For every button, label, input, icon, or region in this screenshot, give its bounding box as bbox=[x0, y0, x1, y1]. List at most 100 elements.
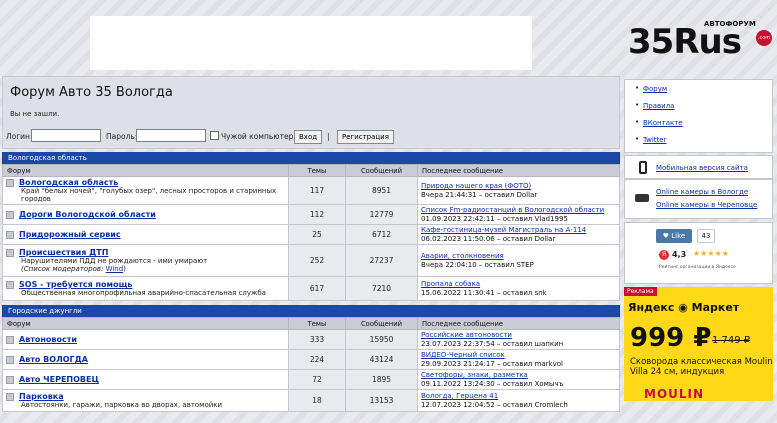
remember-checkbox[interactable] bbox=[210, 131, 219, 140]
login-input[interactable] bbox=[31, 129, 101, 142]
forum-icon bbox=[6, 336, 14, 345]
login-button[interactable]: Вход bbox=[294, 130, 323, 144]
category-header[interactable]: Вологодская область bbox=[2, 152, 620, 164]
rating-caption: Рейтинг организации в Яндексе bbox=[659, 265, 736, 270]
forum-icon bbox=[6, 231, 14, 240]
sidebar-link[interactable]: Twitter bbox=[643, 136, 666, 144]
ad-price: 999 ₽ bbox=[630, 323, 712, 353]
remember-label: Чужой компьютер bbox=[221, 132, 294, 141]
page-title: Форум Авто 35 Вологда bbox=[10, 85, 173, 100]
moderator-link[interactable]: Wind bbox=[106, 265, 124, 273]
mobile-version-link[interactable]: Мобильная версия сайта bbox=[656, 164, 748, 172]
table-row: Парковка Автостоянки, гаражи, парковка во… bbox=[2, 389, 620, 413]
forum-icon bbox=[6, 211, 14, 220]
table-row: Дороги Вологодской области 112 12779 Спи… bbox=[2, 204, 620, 226]
col-forum: Форум bbox=[2, 317, 289, 331]
topics-count: 112 bbox=[288, 204, 346, 226]
separator: | bbox=[327, 132, 330, 141]
forum-header: Форум Авто 35 Вологда Вы не зашли. Логин… bbox=[2, 76, 620, 149]
last-post-link[interactable]: Российские автоновости bbox=[421, 331, 616, 339]
forum-table: Форум Темы Сообщений Последнее сообщение… bbox=[2, 164, 620, 302]
cameras-box: Online камеры в Вологде Online камеры в … bbox=[624, 179, 773, 219]
forum-link[interactable]: Дороги Вологодской области bbox=[19, 210, 156, 219]
last-post-date: Вчера 22:04:10 – оставил STEP bbox=[421, 260, 534, 269]
sidebar-links: Форум Правила ВКонтакте Twitter bbox=[624, 79, 773, 153]
like-button[interactable]: ♥ Like bbox=[656, 229, 692, 243]
table-row: Авто ВОЛОГДА 224 43124 ВИДЕО-Черный спис… bbox=[2, 349, 620, 371]
ad-text: Сковорода классическая Moulin Villa 24 с… bbox=[630, 357, 773, 378]
sidebar-item-vk[interactable]: ВКонтакте bbox=[633, 118, 772, 136]
ad-brand: Яндекс ◉ Маркет bbox=[628, 301, 740, 314]
login-label: Логин: bbox=[6, 132, 33, 141]
posts-count: 13153 bbox=[345, 389, 418, 413]
last-post-link[interactable]: Вологда, Герцена 41 bbox=[421, 392, 616, 400]
table-row: Придорожный сервис 25 6712 Кафе-гостиниц… bbox=[2, 224, 620, 246]
password-input[interactable] bbox=[136, 129, 206, 142]
ad-label: Реклама bbox=[624, 287, 657, 296]
topics-count: 25 bbox=[288, 224, 346, 246]
sidebar-item-rules[interactable]: Правила bbox=[633, 101, 772, 119]
sidebar-link[interactable]: Форум bbox=[643, 85, 667, 93]
posts-count: 12779 bbox=[345, 204, 418, 226]
forum-main: Форум Авто 35 Вологда Вы не зашли. Логин… bbox=[2, 76, 620, 423]
forum-icon bbox=[6, 179, 14, 187]
sidebar-item-forum[interactable]: Форум bbox=[633, 84, 772, 102]
forum-link[interactable]: Авто ВОЛОГДА bbox=[19, 355, 88, 364]
posts-count: 8951 bbox=[345, 175, 418, 206]
posts-count: 43124 bbox=[345, 349, 418, 371]
posts-count: 1895 bbox=[345, 369, 418, 391]
forum-desc: Общественная многопрофильная аварийно-сп… bbox=[21, 289, 266, 298]
forum-desc: Автостоянки, гаражи, парковка во дворах,… bbox=[21, 401, 223, 410]
last-post-date: 23.07.2023 22:37:54 – оставил шапкин bbox=[421, 339, 564, 348]
forum-link[interactable]: Происшествия ДТП bbox=[19, 248, 108, 257]
top-banner[interactable] bbox=[90, 16, 532, 70]
col-topics: Темы bbox=[288, 164, 346, 177]
forum-link[interactable]: Авто ЧЕРЕПОВЕЦ bbox=[19, 375, 99, 384]
forum-desc: Нарушителями ПДД не рождаются - ими умир… bbox=[21, 257, 208, 266]
forum-icon bbox=[6, 376, 14, 385]
col-forum: Форум bbox=[2, 164, 289, 177]
camera-icon bbox=[635, 194, 649, 202]
ad-banner[interactable]: Реклама Яндекс ◉ Маркет 999 ₽ 1 749 ₽ Ск… bbox=[624, 287, 773, 401]
topics-count: 72 bbox=[288, 369, 346, 391]
register-button[interactable]: Регистрация bbox=[337, 130, 394, 144]
last-post-link[interactable]: Список Fm-радиостанций в Вологодской обл… bbox=[421, 206, 616, 214]
sidebar-item-twitter[interactable]: Twitter bbox=[633, 135, 772, 153]
forum-link[interactable]: Автоновости bbox=[19, 335, 77, 344]
forum-link[interactable]: Вологодская область bbox=[19, 178, 118, 187]
table-row: Авто ЧЕРЕПОВЕЦ 72 1895 Светофоры, знаки,… bbox=[2, 369, 620, 391]
table-row: Происшествия ДТП Нарушителями ПДД не рожд… bbox=[2, 244, 620, 278]
yandex-rating-badge[interactable]: Я 4,3 ★★★★★ Рейтинг организации в Яндекс… bbox=[659, 248, 747, 278]
forum-icon bbox=[6, 356, 14, 365]
forum-icon bbox=[6, 393, 14, 402]
last-post-date: 06.02.2023 11:50:06 – оставил Dollar bbox=[421, 234, 556, 243]
camera-link-vologda[interactable]: Online камеры в Вологде bbox=[656, 188, 748, 196]
category-header[interactable]: Городские джунгли bbox=[2, 305, 620, 318]
yandex-icon: Я bbox=[659, 250, 669, 260]
forum-link[interactable]: Придорожный сервис bbox=[19, 230, 121, 239]
rating-value: 4,3 bbox=[672, 250, 687, 259]
topics-count: 333 bbox=[288, 329, 346, 351]
last-post-link[interactable]: ВИДЕО-Черный список bbox=[421, 351, 616, 359]
sidebar-link[interactable]: Правила bbox=[643, 102, 674, 110]
site-logo[interactable]: АВТОФОРУМ 35Rus .com bbox=[628, 16, 774, 70]
forum-table: Форум Темы Сообщений Последнее сообщение… bbox=[2, 317, 620, 413]
last-post-link[interactable]: Пропала собака bbox=[421, 280, 616, 288]
col-last: Последнее сообщение bbox=[417, 164, 620, 177]
phone-icon bbox=[639, 161, 647, 174]
password-label: Пароль: bbox=[106, 132, 138, 141]
login-status: Вы не зашли. bbox=[10, 110, 60, 118]
last-post-link[interactable]: Светофоры, знаки, разметка bbox=[421, 371, 616, 379]
forum-icon bbox=[6, 249, 14, 258]
topics-count: 617 bbox=[288, 276, 346, 302]
forum-link[interactable]: Парковка bbox=[19, 392, 64, 401]
last-post-link[interactable]: Аварии, столкновения bbox=[421, 252, 616, 260]
camera-link-cherepovets[interactable]: Online камеры в Череповце bbox=[656, 201, 757, 209]
last-post-link[interactable]: Кафе-гостиница-музей Магистраль на А-114 bbox=[421, 226, 616, 234]
last-post-link[interactable]: Природа нашего края (ФОТО) bbox=[421, 182, 616, 190]
forum-link[interactable]: SOS - требуется помощь bbox=[19, 280, 133, 289]
ad-old-price: 1 749 ₽ bbox=[712, 335, 751, 346]
logo-text: 35Rus bbox=[628, 22, 742, 62]
sidebar-link[interactable]: ВКонтакте bbox=[643, 119, 683, 127]
posts-count: 15950 bbox=[345, 329, 418, 351]
